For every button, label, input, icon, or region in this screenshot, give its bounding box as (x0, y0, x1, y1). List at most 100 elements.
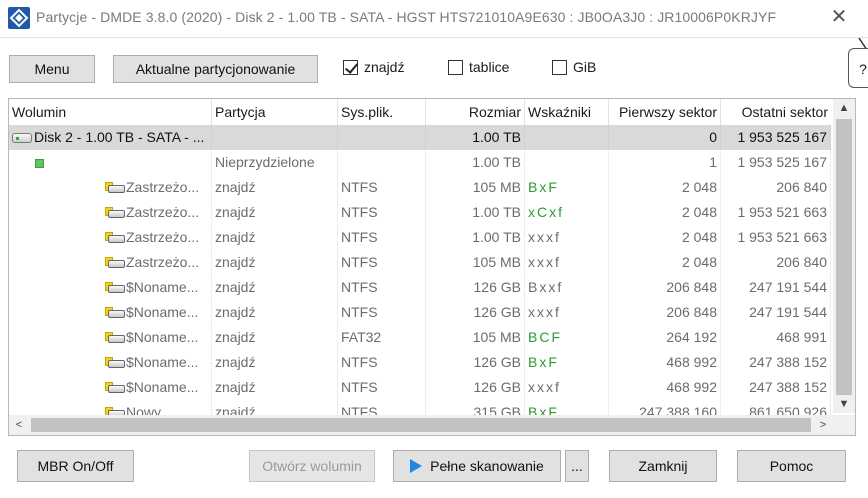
cell-volume: Disk 2 - 1.00 TB - SATA - ... (9, 125, 212, 150)
table-row[interactable]: Zastrzeżo... znajdź NTFS 1.00 TB xCxf 2 048 1 … (9, 200, 831, 225)
partition-table: Wolumin Partycja Sys.plik. Rozmiar Wskaź… (8, 98, 856, 436)
cell-partition: znajdź (212, 175, 338, 200)
cell-flags: xxxf (525, 225, 609, 250)
full-scan-label: Pełne skanowanie (430, 458, 544, 474)
column-header-partition[interactable]: Partycja (212, 99, 338, 125)
full-scan-button[interactable]: Pełne skanowanie (393, 450, 561, 482)
cell-volume (9, 150, 212, 175)
cell-volume: Zastrzeżo... (9, 175, 212, 200)
unallocated-space-icon (35, 158, 44, 168)
cell-flags: BxF (525, 175, 609, 200)
table-row[interactable]: Disk 2 - 1.00 TB - SATA - ... 1.00 TB 0 1 9… (9, 125, 831, 150)
column-header-size[interactable]: Rozmiar (426, 99, 525, 125)
scroll-left-icon[interactable]: < (9, 415, 29, 435)
tables-checkbox-label: tablice (469, 59, 510, 75)
cell-last-sector: 1 953 521 663 (721, 225, 831, 250)
tables-checkbox-box[interactable] (448, 59, 463, 75)
column-header-filesystem[interactable]: Sys.plik. (338, 99, 426, 125)
table-row[interactable]: Nowy... znajdź NTFS 315 GB BxF 247 388 160 861… (9, 400, 831, 415)
table-row[interactable]: Zastrzeżo... znajdź NTFS 105 MB xxxf 2 048 206… (9, 250, 831, 275)
table-row[interactable]: Nieprzydzielone 1.00 TB 1 1 953 525 167 (9, 150, 831, 175)
menu-button[interactable]: Menu (9, 55, 95, 83)
cell-last-sector: 247 388 152 (721, 375, 831, 400)
cell-partition: znajdź (212, 275, 338, 300)
cell-last-sector: 247 388 152 (721, 350, 831, 375)
cell-partition: znajdź (212, 300, 338, 325)
cell-last-sector: 206 840 (721, 250, 831, 275)
volume-name: $Noname... (126, 329, 199, 345)
cell-flags: xCxf (525, 200, 609, 225)
cell-size: 126 GB (426, 350, 525, 375)
table-row[interactable]: Zastrzeżo... znajdź NTFS 1.00 TB xxxf 2 048 1 … (9, 225, 831, 250)
cell-volume: $Noname... (9, 300, 212, 325)
volume-name: $Noname... (126, 279, 199, 295)
scroll-up-icon[interactable]: ▲ (833, 99, 855, 117)
volume-name: Zastrzeżo... (126, 179, 200, 195)
column-header-first-sector[interactable]: Pierwszy sektor (609, 99, 721, 125)
cell-first-sector: 247 388 160 (609, 400, 721, 415)
cell-partition: znajdź (212, 250, 338, 275)
horizontal-scrollbar[interactable]: < > (9, 415, 833, 435)
cell-first-sector: 2 048 (609, 200, 721, 225)
volume-name: $Noname... (126, 354, 199, 370)
volume-name: $Noname... (126, 304, 199, 320)
volume-name: Nowy... (126, 404, 172, 415)
cell-size: 315 GB (426, 400, 525, 415)
volume-icon (105, 282, 125, 294)
find-checkbox[interactable]: znajdź (343, 59, 404, 75)
cell-first-sector: 2 048 (609, 250, 721, 275)
tables-checkbox[interactable]: tablice (448, 59, 509, 75)
cell-flags: Bxxf (525, 275, 609, 300)
gib-checkbox-box[interactable] (552, 59, 567, 75)
table-row[interactable]: $Noname... znajdź FAT32 105 MB BCF 264 192 468… (9, 325, 831, 350)
scroll-down-icon[interactable]: ▼ (833, 395, 855, 413)
cell-filesystem: NTFS (338, 200, 426, 225)
cell-volume: Zastrzeżo... (9, 225, 212, 250)
column-header-flags[interactable]: Wskaźniki (525, 99, 609, 125)
open-volume-button[interactable]: Otwórz wolumin (249, 450, 375, 482)
cell-filesystem: NTFS (338, 400, 426, 415)
scrollbar-corner (833, 415, 855, 435)
cell-volume: $Noname... (9, 275, 212, 300)
close-button[interactable]: Zamknij (609, 450, 717, 482)
volume-icon (105, 207, 125, 219)
cell-size: 1.00 TB (426, 150, 525, 175)
help-button[interactable]: Pomoc (737, 450, 846, 482)
gib-checkbox-label: GiB (573, 59, 597, 75)
find-checkbox-box[interactable] (343, 59, 358, 75)
cell-first-sector: 2 048 (609, 225, 721, 250)
volume-name: Zastrzeżo... (126, 204, 200, 220)
vertical-scrollbar[interactable]: ▲ ▼ (833, 99, 855, 413)
cell-volume: Zastrzeżo... (9, 250, 212, 275)
table-row[interactable]: $Noname... znajdź NTFS 126 GB xxxf 468 992 247… (9, 375, 831, 400)
disk-icon (12, 133, 32, 144)
cell-filesystem: NTFS (338, 225, 426, 250)
mbr-toggle-button[interactable]: MBR On/Off (17, 450, 134, 482)
horizontal-scroll-thumb[interactable] (31, 418, 811, 432)
column-header-volume[interactable]: Wolumin (9, 99, 212, 125)
cell-size: 105 MB (426, 325, 525, 350)
cell-flags: xxxf (525, 375, 609, 400)
close-icon[interactable]: ✕ (826, 4, 852, 30)
column-header-last-sector[interactable]: Ostatni sektor (721, 99, 831, 125)
vertical-scroll-thumb[interactable] (836, 119, 852, 395)
help-tooltip-button[interactable]: ? (848, 48, 868, 88)
gib-checkbox[interactable]: GiB (552, 59, 596, 75)
table-row[interactable]: Zastrzeżo... znajdź NTFS 105 MB BxF 2 048 206 … (9, 175, 831, 200)
cell-filesystem (338, 125, 426, 150)
table-row[interactable]: $Noname... znajdź NTFS 126 GB xxxf 206 848 247… (9, 300, 831, 325)
table-row[interactable]: $Noname... znajdź NTFS 126 GB BxF 468 992 247 … (9, 350, 831, 375)
cell-partition: znajdź (212, 225, 338, 250)
table-row[interactable]: $Noname... znajdź NTFS 126 GB Bxxf 206 848 247… (9, 275, 831, 300)
current-partitioning-button[interactable]: Aktualne partycjonowanie (113, 55, 318, 83)
cell-size: 105 MB (426, 175, 525, 200)
cell-size: 126 GB (426, 275, 525, 300)
volume-icon (105, 382, 125, 394)
cell-last-sector: 206 840 (721, 175, 831, 200)
scroll-right-icon[interactable]: > (813, 415, 833, 435)
more-options-button[interactable]: ... (565, 450, 589, 482)
find-checkbox-label: znajdź (364, 59, 405, 75)
cell-flags: xxxf (525, 300, 609, 325)
cell-filesystem: FAT32 (338, 325, 426, 350)
cell-flags: BxF (525, 350, 609, 375)
